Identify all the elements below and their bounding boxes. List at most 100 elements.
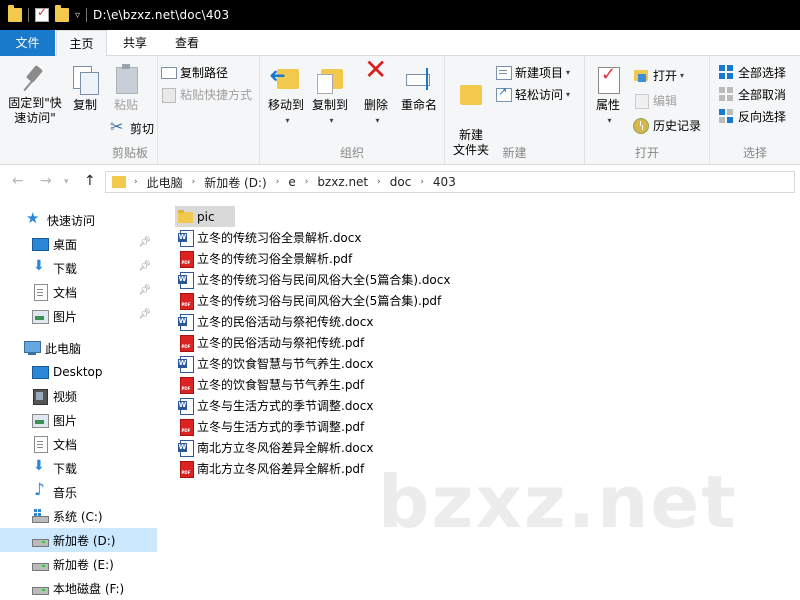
sidebar-item-pictures[interactable]: 图片 [0,408,157,432]
tab-file[interactable]: 文件 [0,30,55,56]
delete-button[interactable]: 删除 ▾ [358,62,394,128]
sidebar-item-desktop-pinned[interactable]: 桌面 📌︎ [0,232,157,256]
pin-icon: 📌︎ [138,237,151,248]
copy-to-icon [315,64,345,94]
select-group-label: 选择 [742,146,767,160]
chevron-right-icon[interactable]: › [377,177,381,187]
sidebar-item-desktop[interactable]: Desktop [0,360,157,384]
recent-locations-chevron-icon[interactable]: ▾ [64,177,69,187]
folder-icon[interactable] [8,5,22,22]
back-arrow-icon[interactable]: ← [12,173,24,189]
sidebar-item-quick-access[interactable]: 快速访问 [0,208,157,232]
sidebar-item-drive-e[interactable]: 新加卷 (E:) [0,552,157,576]
list-item[interactable]: 立冬的传统习俗全景解析.pdf [175,248,356,269]
select-none-button[interactable]: 全部取消 [718,84,786,104]
copy-button[interactable]: 复制 [68,64,102,113]
list-item[interactable]: 立冬的饮食智慧与节气养生.pdf [175,374,368,395]
open-group-label: 打开 [634,146,659,160]
sidebar-item-documents[interactable]: 文档 [0,432,157,456]
history-button[interactable]: 历史记录 [633,115,701,135]
chevron-right-icon[interactable]: › [420,177,424,187]
sidebar-item-downloads-pinned[interactable]: 下载 📌︎ [0,256,157,280]
pin-quick-access-label: 固定到"快速访问" [8,96,62,125]
word-document-icon [178,439,194,457]
chevron-right-icon[interactable]: › [305,177,309,187]
up-arrow-icon[interactable]: ↑ [84,173,96,189]
pin-icon [20,64,50,94]
edit-label: 编辑 [653,93,678,108]
properties-icon [593,64,623,94]
invert-selection-button[interactable]: 反向选择 [718,106,786,126]
sidebar-item-pictures-pinned[interactable]: 图片 📌︎ [0,304,157,328]
pdf-icon [178,460,194,478]
chevron-right-icon[interactable]: › [134,177,138,187]
tab-share[interactable]: 共享 [112,30,158,56]
file-name: 立冬的传统习俗与民间风俗大全(5篇合集).pdf [197,294,442,308]
new-folder-quick-icon[interactable] [55,5,69,22]
pin-quick-access-button[interactable]: 固定到"快速访问" [4,64,66,126]
list-item[interactable]: 立冬的传统习俗全景解析.docx [175,227,365,248]
breadcrumb-403[interactable]: 403 [433,175,456,189]
sidebar-item-label: 下载 [53,261,78,276]
list-item[interactable]: 南北方立冬风俗差异全解析.docx [175,437,377,458]
chevron-right-icon[interactable]: › [276,177,280,187]
list-item-folder[interactable]: pic [175,206,235,227]
list-item[interactable]: 立冬的传统习俗与民间风俗大全(5篇合集).docx [175,269,454,290]
list-item[interactable]: 南北方立冬风俗差异全解析.pdf [175,458,368,479]
tab-home[interactable]: 主页 [56,30,107,57]
sidebar-item-label: 新加卷 (D:) [53,533,116,548]
tab-view[interactable]: 查看 [164,30,210,56]
customize-toolbar-icon[interactable]: ▿ [75,10,80,21]
breadcrumb-drive-d[interactable]: 新加卷 (D:) [204,174,266,191]
move-to-button[interactable]: 移动到 ▾ [264,64,308,128]
sidebar-item-label: 视频 [53,389,78,404]
sidebar-item-this-pc[interactable]: 此电脑 [0,336,157,360]
sidebar-item-documents-pinned[interactable]: 文档 📌︎ [0,280,157,304]
word-document-icon [178,229,194,247]
breadcrumb-e[interactable]: e [288,175,295,189]
sidebar-item-drive-c[interactable]: 系统 (C:) [0,504,157,528]
edit-button[interactable]: 编辑 [633,90,677,110]
open-button[interactable]: 打开 ▾ [633,65,684,85]
dropdown-arrow-icon: ▾ [285,116,290,125]
invert-selection-icon [718,108,734,124]
list-item[interactable]: 立冬与生活方式的季节调整.docx [175,395,377,416]
list-item[interactable]: 立冬的传统习俗与民间风俗大全(5篇合集).pdf [175,290,445,311]
sidebar-item-label: 本地磁盘 (F:) [53,581,125,596]
organize-group: 移动到 ▾ 复制到 ▾ 删除 ▾ 重命名 组织 [260,56,445,165]
pdf-icon [178,250,194,268]
new-item-button[interactable]: 新建项目 ▾ [495,62,570,82]
sidebar-item-label: 系统 (C:) [53,509,103,524]
list-item[interactable]: 立冬的民俗活动与祭祀传统.docx [175,311,377,332]
chevron-right-icon[interactable]: › [192,177,196,187]
sidebar-item-downloads[interactable]: 下载 [0,456,157,480]
list-item[interactable]: 立冬与生活方式的季节调整.pdf [175,416,368,437]
sidebar-item-music[interactable]: 音乐 [0,480,157,504]
window-title: D:\e\bzxz.net\doc\403 [93,8,230,22]
cut-label: 剪切 [130,121,155,136]
sidebar-item-drive-f[interactable]: 本地磁盘 (F:) [0,576,157,600]
breadcrumb-bzxz[interactable]: bzxz.net [317,175,368,189]
properties-quick-icon[interactable] [35,5,49,22]
breadcrumb-this-pc[interactable]: 此电脑 [147,174,183,191]
forward-arrow-icon[interactable]: → [40,173,52,189]
dropdown-arrow-icon: ▾ [566,67,571,77]
select-all-button[interactable]: 全部选择 [718,62,786,82]
easy-access-button[interactable]: 轻松访问 ▾ [495,84,570,104]
properties-button[interactable]: 属性 ▾ [589,64,627,128]
title-bar: ▿ D:\e\bzxz.net\doc\403 [0,0,800,30]
list-item[interactable]: 立冬的民俗活动与祭祀传统.pdf [175,332,368,353]
breadcrumb-doc[interactable]: doc [390,175,412,189]
address-bar[interactable]: › 此电脑 › 新加卷 (D:) › e › bzxz.net › doc › … [105,171,795,193]
cut-button[interactable]: 剪切 [110,117,155,138]
rename-button[interactable]: 重命名 [398,64,440,113]
sidebar-item-drive-d[interactable]: 新加卷 (D:) [0,528,157,552]
new-group-label: 新建 [502,146,527,160]
dropdown-arrow-icon: ▾ [566,89,571,99]
copy-to-button[interactable]: 复制到 ▾ [308,64,352,128]
watermark: bzxz.net [378,460,738,544]
paste-button[interactable]: 粘贴 [106,64,146,113]
clipboard-group-extension [158,56,260,165]
sidebar-item-videos[interactable]: 视频 [0,384,157,408]
list-item[interactable]: 立冬的饮食智慧与节气养生.docx [175,353,377,374]
